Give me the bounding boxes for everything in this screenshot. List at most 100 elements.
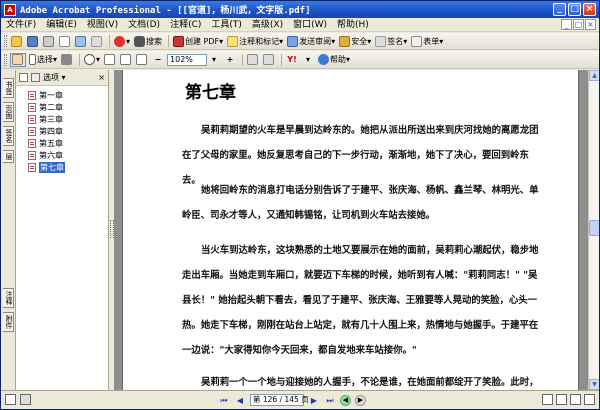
continuous-icon[interactable] — [556, 394, 567, 405]
rotate-button[interactable] — [246, 53, 260, 67]
cursor-text-icon — [29, 54, 36, 65]
select-tool-button[interactable]: 选择 ▾ — [28, 53, 58, 67]
zoom-out-button[interactable]: − — [151, 53, 165, 67]
bookmarks-toolbar: 选项 ▾ × — [16, 70, 108, 86]
actual-size-button[interactable] — [103, 53, 117, 67]
menu-help[interactable]: 帮助(H) — [332, 18, 374, 32]
minimize-icon[interactable]: _ — [553, 3, 566, 16]
send-review-button[interactable]: 发送审阅 ▾ — [286, 34, 336, 48]
facing-icon[interactable] — [570, 394, 581, 405]
comment-mark-label: 注释和标记 — [239, 36, 280, 46]
vertical-scrollbar[interactable]: ▲ ▼ — [588, 70, 599, 390]
scroll-thumb[interactable] — [589, 220, 599, 236]
page-layout-status-icon[interactable] — [20, 394, 31, 405]
tab-bookmarks[interactable]: 书签 — [3, 78, 14, 98]
tab-signatures[interactable]: 签名 — [3, 126, 14, 146]
menu-comments[interactable]: 注释(C) — [165, 18, 206, 32]
close-icon[interactable]: × — [583, 3, 596, 16]
form-label: 表单 — [423, 36, 440, 46]
continuous-facing-icon[interactable] — [584, 394, 595, 405]
go-forward-icon[interactable]: ▶ — [355, 394, 366, 406]
create-pdf-button[interactable]: 创建 PDF ▾ — [172, 34, 224, 48]
scroll-down-icon[interactable]: ▼ — [589, 379, 599, 390]
maximize-icon[interactable]: □ — [568, 3, 581, 16]
delete-bookmark-icon[interactable] — [31, 73, 40, 82]
menu-edit[interactable]: 编辑(E) — [41, 18, 82, 32]
bookmark-options-button[interactable]: 选项 ▾ — [43, 72, 66, 83]
folder-open-icon — [11, 35, 22, 47]
menu-document[interactable]: 文档(D) — [123, 18, 165, 32]
hand-tool-button[interactable] — [10, 52, 26, 67]
save-button[interactable] — [26, 34, 40, 48]
page-layout-button[interactable] — [262, 53, 276, 67]
yahoo-dropdown[interactable]: ▾ — [301, 53, 315, 67]
first-page-icon[interactable]: ⏮ — [218, 395, 230, 406]
single-page-icon[interactable] — [542, 394, 553, 405]
bookmark-doc-icon — [28, 151, 36, 160]
comment-mark-button[interactable]: 注释和标记 ▾ — [226, 34, 284, 48]
doc-close-icon[interactable]: × — [585, 19, 596, 30]
bookmark-item[interactable]: 第六章 — [16, 150, 108, 161]
fit-width-button[interactable] — [135, 53, 149, 67]
sign-button[interactable]: 签名 ▾ — [374, 34, 408, 48]
form-button[interactable]: 表单 ▾ — [410, 34, 444, 48]
email-button[interactable] — [58, 34, 72, 48]
paragraph-text: 吴莉莉期望的火车是早晨到达岭东的。她把从派出所送出来到庆河找她的离愿龙团在了父母… — [182, 125, 539, 186]
menu-window[interactable]: 窗口(W) — [288, 18, 332, 32]
bookmark-item[interactable]: 第五章 — [16, 138, 108, 149]
prev-page-icon[interactable]: ◀ — [234, 395, 246, 406]
bookmark-doc-icon — [28, 103, 36, 112]
bookmark-doc-icon — [28, 115, 36, 124]
next-page-icon[interactable]: ▶ — [308, 395, 320, 406]
organize-button[interactable] — [74, 34, 88, 48]
title-bar[interactable]: A Adobe Acrobat Professional - [[官道]，杨川武… — [1, 1, 599, 18]
menu-file[interactable]: 文件(F) — [1, 18, 41, 32]
doc-restore-icon[interactable]: □ — [573, 19, 584, 30]
snapshot-button[interactable] — [60, 53, 74, 67]
zoom-in-button[interactable]: ▾ — [83, 53, 101, 67]
doc-minimize-icon[interactable]: _ — [561, 19, 572, 30]
zoom-level-input[interactable]: 102% — [167, 53, 208, 66]
toolbar-grip[interactable] — [4, 53, 7, 66]
help-button[interactable]: 帮助 ▾ — [317, 53, 351, 67]
document-view[interactable]: 第七章 吴莉莉期望的火车是早晨到达岭东的。她把从派出所送出来到庆河找她的离愿龙团… — [114, 70, 588, 390]
open-button[interactable] — [10, 34, 24, 48]
menu-view[interactable]: 视图(V) — [82, 18, 123, 32]
toolbar-grip[interactable] — [4, 35, 7, 47]
zoom-dropdown[interactable]: ▾ — [207, 53, 221, 67]
close-pane-icon[interactable]: × — [98, 73, 105, 82]
yahoo-button[interactable]: Y! — [285, 53, 299, 67]
fit-page-button[interactable] — [119, 53, 133, 67]
attach-button[interactable] — [90, 34, 104, 48]
bookmark-doc-icon — [28, 91, 36, 100]
bookmark-item-selected[interactable]: 第七章 — [16, 162, 108, 173]
tab-pages[interactable]: 页面 — [3, 102, 14, 122]
form-icon — [411, 35, 423, 47]
bookmarks-panel: 选项 ▾ × 第一章 第二章 第三章 第四章 第五章 第六章 第七章 — [16, 70, 109, 390]
save-icon — [27, 35, 38, 47]
page-number-input[interactable]: 第 126 / 145 页 — [250, 394, 309, 406]
tab-comments[interactable]: 注释 — [3, 288, 14, 308]
stop-button[interactable]: ▾ — [113, 34, 131, 48]
bookmark-item[interactable]: 第三章 — [16, 114, 108, 125]
search-label: 搜索 — [146, 36, 163, 46]
new-bookmark-icon[interactable] — [19, 73, 28, 82]
bookmark-item[interactable]: 第二章 — [16, 102, 108, 113]
page-layout-icon — [263, 54, 275, 65]
security-button[interactable]: 安全 ▾ — [338, 34, 372, 48]
bookmark-item[interactable]: 第四章 — [16, 126, 108, 137]
scroll-up-icon[interactable]: ▲ — [589, 70, 599, 81]
tab-attachments[interactable]: 附件 — [3, 312, 14, 332]
search-button[interactable]: 搜索 — [133, 34, 163, 48]
bookmark-label: 第六章 — [39, 151, 63, 160]
tab-layers[interactable]: 层 — [3, 150, 14, 163]
last-page-icon[interactable]: ⏭ — [324, 395, 336, 406]
page-size-icon[interactable] — [5, 394, 16, 405]
bookmark-item[interactable]: 第一章 — [16, 90, 108, 101]
zoom-in-plus-button[interactable]: + — [223, 53, 237, 67]
menu-tools[interactable]: 工具(T) — [206, 18, 247, 32]
go-back-icon[interactable]: ◀ — [340, 394, 351, 406]
bookmark-label: 第五章 — [39, 139, 63, 148]
print-button[interactable] — [42, 34, 56, 48]
menu-advanced[interactable]: 高级(X) — [247, 18, 288, 32]
